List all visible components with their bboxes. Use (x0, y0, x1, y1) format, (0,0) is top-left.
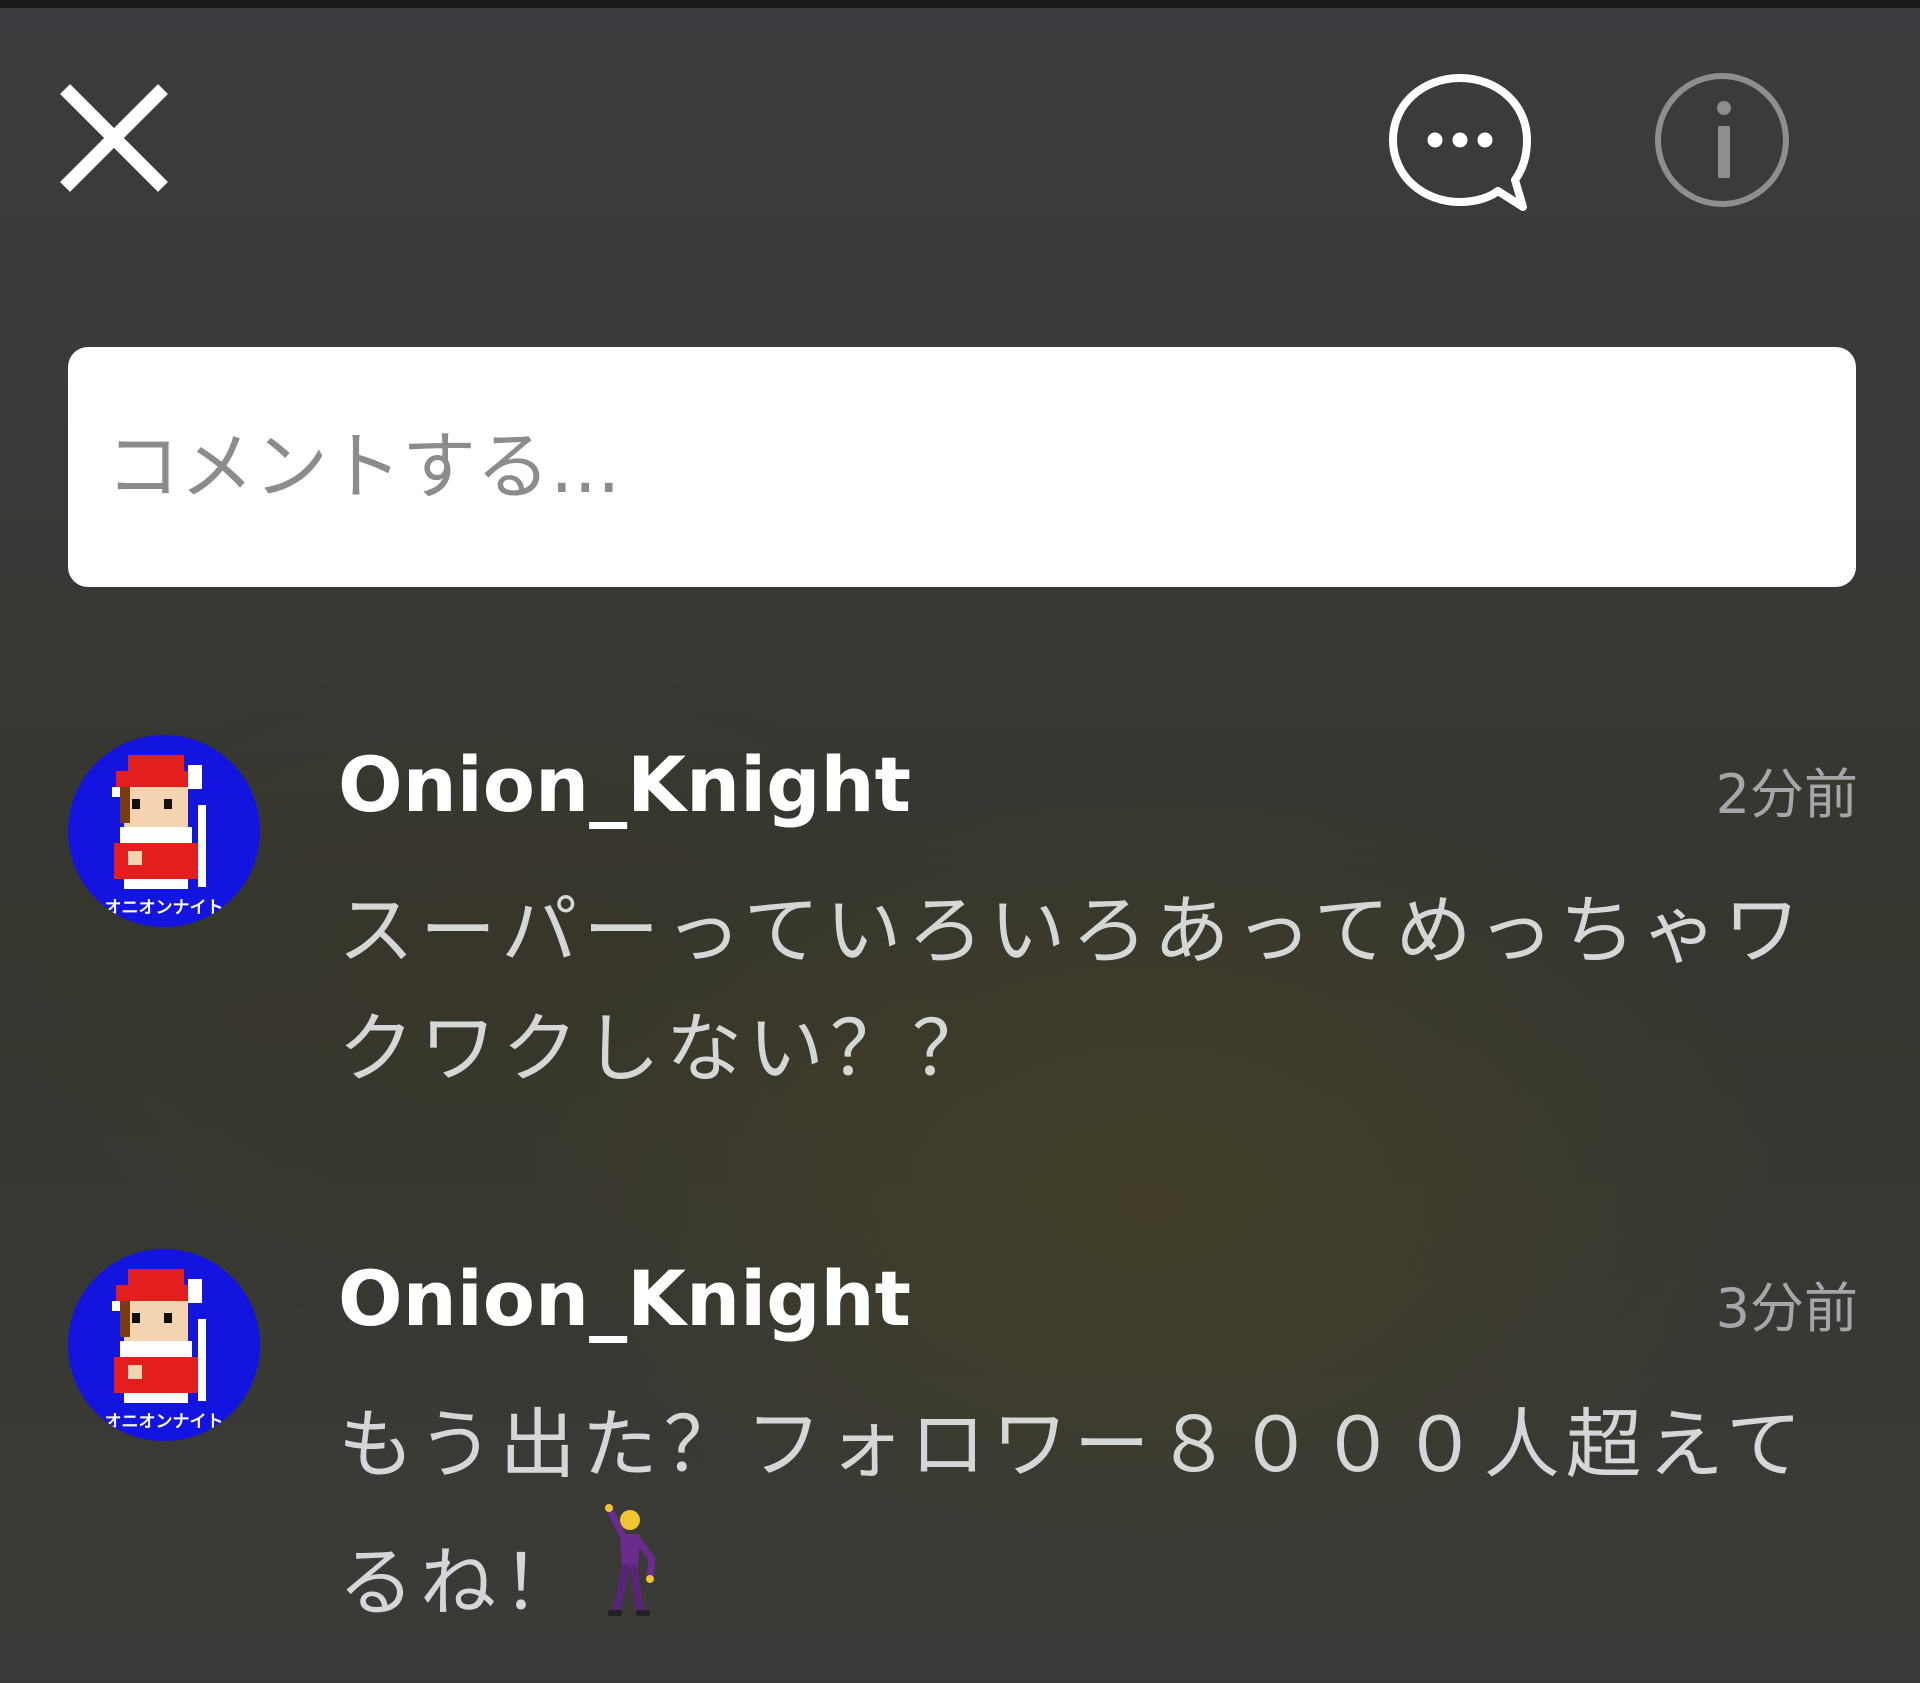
comment-panel: オニオンナイト Onion_Knight 2分前 スーパーっていろいろあってめっ… (0, 0, 1920, 1683)
comment-timestamp: 3分前 (1715, 1277, 1858, 1340)
close-button[interactable] (58, 82, 170, 194)
avatar[interactable]: オニオンナイト (68, 735, 260, 927)
pixel-character-avatar: オニオンナイト (68, 735, 260, 927)
comment-input[interactable] (104, 423, 1820, 511)
avatar[interactable]: オニオンナイト (68, 1249, 260, 1441)
comment-timestamp: 2分前 (1715, 763, 1858, 826)
close-icon (60, 84, 168, 192)
comment-text: もう出た？フォロワー８０００人超えてるね！ (338, 1386, 1858, 1642)
status-bar-edge (0, 0, 1920, 8)
chat-button[interactable] (1385, 70, 1535, 220)
dancer-icon (605, 1504, 656, 1616)
avatar-caption: オニオンナイト (105, 1412, 224, 1432)
avatar-caption: オニオンナイト (105, 898, 224, 918)
chat-bubble-more-icon (1389, 74, 1531, 211)
comment-box[interactable] (68, 347, 1856, 587)
comment-text-content: もう出た？フォロワー８０００人超えてるね！ (338, 1400, 1808, 1627)
info-icon (1655, 73, 1789, 207)
pixel-character-avatar: オニオンナイト (68, 1249, 260, 1441)
comment-username[interactable]: Onion_Knight (338, 740, 911, 829)
info-button[interactable] (1652, 70, 1792, 210)
comment-username[interactable]: Onion_Knight (338, 1254, 911, 1343)
comment-text: スーパーっていろいろあってめっちゃワクワクしない？？ (338, 886, 1806, 1093)
